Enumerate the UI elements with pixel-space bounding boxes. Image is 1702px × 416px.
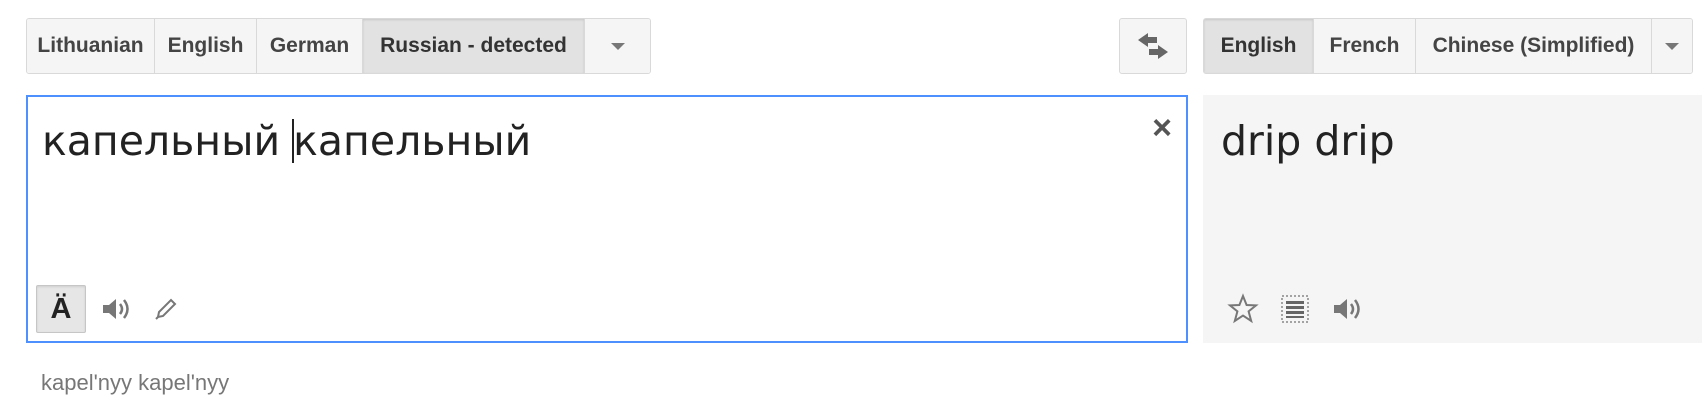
source-lang-lithuanian-button[interactable]: Lithuanian <box>27 19 155 73</box>
chevron-down-icon <box>1665 42 1679 50</box>
translation-result-text: drip drip <box>1221 117 1395 165</box>
result-toolbar <box>1223 289 1367 329</box>
source-text-area[interactable]: капельный капельный × Ä <box>26 95 1188 343</box>
source-text-after-caret: капельный <box>293 117 532 165</box>
swap-arrows-icon <box>1138 33 1168 59</box>
speaker-icon <box>1334 299 1360 319</box>
swap-languages-button[interactable] <box>1119 18 1187 74</box>
target-lang-english-button[interactable]: English <box>1204 19 1314 73</box>
speaker-icon <box>103 299 129 319</box>
select-translation-button[interactable] <box>1275 289 1315 329</box>
save-translation-button[interactable] <box>1223 289 1263 329</box>
source-language-bar: Lithuanian English German Russian - dete… <box>26 18 651 74</box>
translation-result-panel: drip drip <box>1203 95 1702 343</box>
list-icon <box>1281 295 1309 323</box>
source-lang-more-button[interactable] <box>585 19 650 73</box>
source-text[interactable]: капельный капельный <box>42 117 531 165</box>
source-toolbar: Ä <box>36 285 186 333</box>
source-lang-english-button[interactable]: English <box>155 19 257 73</box>
target-lang-chinese-simplified-button[interactable]: Chinese (Simplified) <box>1416 19 1652 73</box>
clear-source-button[interactable]: × <box>1152 111 1172 145</box>
target-language-bar: English French Chinese (Simplified) <box>1203 18 1693 74</box>
input-tools-button[interactable]: Ä <box>36 285 86 333</box>
source-text-before-caret: капельный <box>42 117 294 165</box>
star-icon <box>1227 293 1259 324</box>
handwriting-button[interactable] <box>146 289 186 329</box>
target-lang-french-button[interactable]: French <box>1314 19 1416 73</box>
source-transliteration: kapel'nyy kapel'nyy <box>41 370 230 395</box>
target-lang-more-button[interactable] <box>1652 19 1692 73</box>
chevron-down-icon <box>610 42 625 50</box>
source-lang-russian-detected-button[interactable]: Russian - detected <box>363 19 585 73</box>
listen-source-button[interactable] <box>96 289 136 329</box>
pencil-icon <box>155 298 177 320</box>
source-lang-german-button[interactable]: German <box>257 19 363 73</box>
listen-translation-button[interactable] <box>1327 289 1367 329</box>
